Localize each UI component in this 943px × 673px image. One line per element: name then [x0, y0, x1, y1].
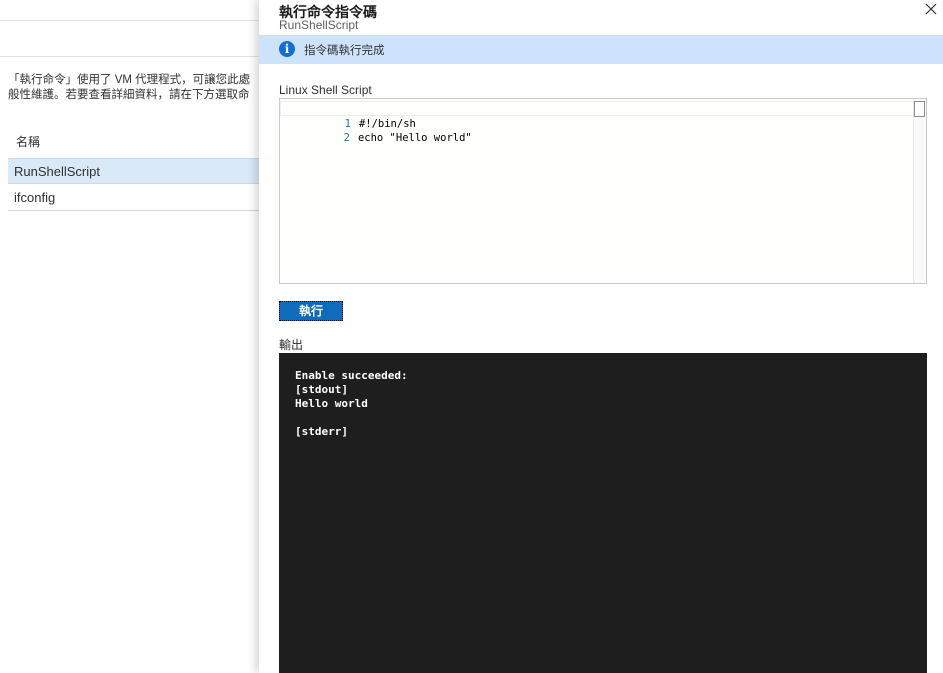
script-editor[interactable]: 1 #!/bin/sh 2 echo "Hello world"	[279, 98, 927, 284]
name-column-header: 名稱	[16, 135, 41, 149]
run-command-description: 「執行命令」使用了 VM 代理程式，可讓您此處 般性維護。若要查看詳細資料，請在…	[8, 73, 250, 103]
code-line[interactable]: 2 echo "Hello world"	[280, 116, 472, 144]
close-icon[interactable]	[923, 2, 939, 18]
line-number: 2	[343, 132, 350, 144]
run-button[interactable]: 執行	[279, 301, 343, 321]
output-line: [stdout]	[295, 383, 348, 396]
command-row-ifconfig[interactable]: ifconfig	[8, 185, 260, 211]
run-command-script-blade: 執行命令指令碼 RunShellScript i 指令碼執行完成 Linux S…	[259, 0, 943, 673]
output-line: Hello world	[295, 397, 368, 410]
output-console: Enable succeeded: [stdout] Hello world […	[279, 353, 927, 673]
command-list-panel: 「執行命令」使用了 VM 代理程式，可讓您此處 般性維護。若要查看詳細資料，請在…	[0, 0, 260, 673]
code-line[interactable]: 1 #!/bin/sh	[280, 101, 914, 130]
command-name: RunShellScript	[14, 164, 100, 179]
left-divider	[0, 56, 260, 57]
close-icon-glyph	[925, 3, 937, 15]
status-message: 指令碼執行完成	[304, 45, 385, 57]
info-icon: i	[279, 41, 295, 57]
command-name: ifconfig	[14, 190, 56, 205]
status-info-bar: i 指令碼執行完成	[259, 35, 943, 64]
script-editor-label: Linux Shell Script	[279, 83, 372, 97]
command-row-runshellscript[interactable]: RunShellScript	[8, 158, 260, 184]
description-line-2: 般性維護。若要查看詳細資料，請在下方選取命	[8, 89, 250, 101]
left-header-bar	[0, 0, 260, 21]
editor-scroll-thumb[interactable]	[914, 101, 925, 117]
output-label: 輸出	[279, 338, 304, 352]
output-line: [stderr]	[295, 425, 348, 438]
editor-scrollbar[interactable]	[913, 99, 926, 283]
description-line-1: 「執行命令」使用了 VM 代理程式，可讓您此處	[8, 74, 251, 86]
blade-subtitle: RunShellScript	[279, 18, 359, 32]
code-text: echo "Hello world"	[357, 132, 472, 144]
output-line: Enable succeeded:	[295, 369, 408, 382]
